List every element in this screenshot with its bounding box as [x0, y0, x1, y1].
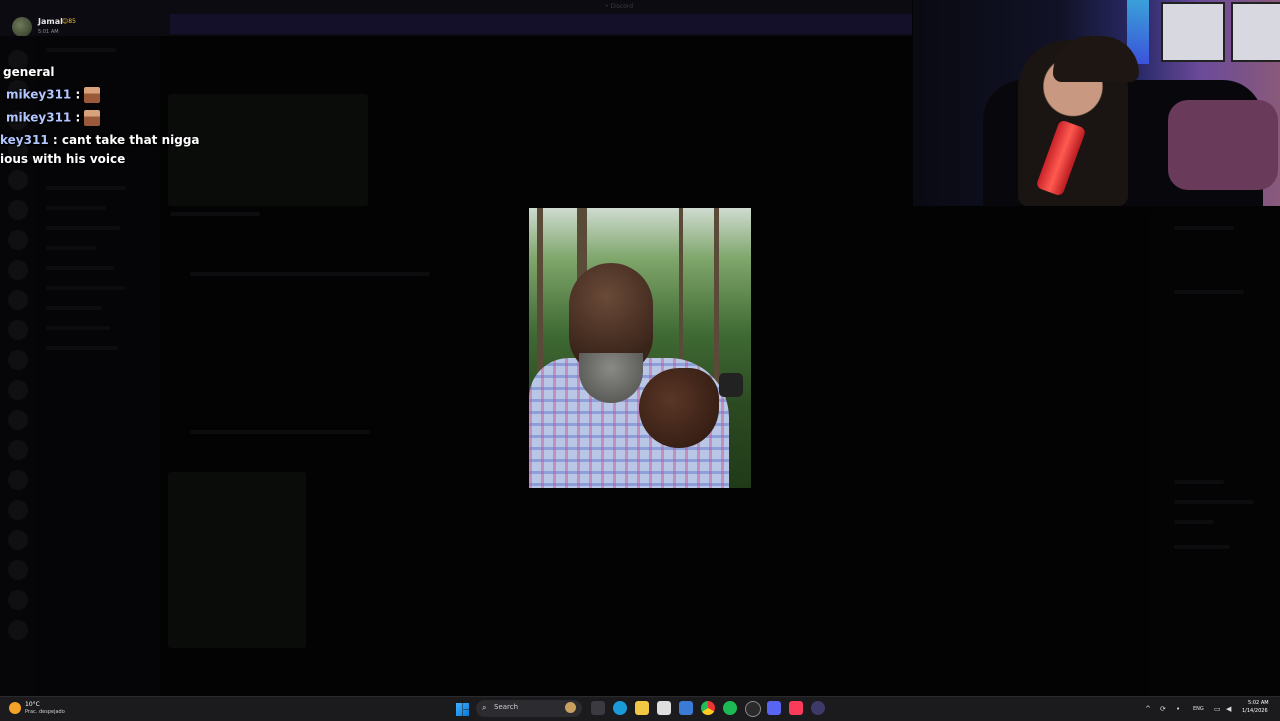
server-icon[interactable] — [8, 530, 28, 550]
server-icon[interactable] — [8, 440, 28, 460]
user-timestamp: 5:01 AM — [38, 29, 59, 35]
server-icon[interactable] — [8, 590, 28, 610]
wall-poster — [1231, 2, 1280, 62]
channel-item[interactable] — [46, 246, 96, 250]
file-explorer-icon[interactable] — [635, 701, 649, 715]
channel-item[interactable] — [46, 266, 114, 270]
display-icon[interactable]: ▭ — [1214, 705, 1221, 713]
window-title: • Discord — [605, 3, 633, 10]
weather-icon[interactable] — [9, 702, 21, 714]
weather-temp[interactable]: 10°C — [25, 701, 40, 708]
microphone-icon[interactable]: • — [1176, 705, 1180, 713]
channel-item[interactable] — [46, 48, 116, 52]
server-icon[interactable] — [8, 170, 28, 190]
volume-icon[interactable]: ◀ — [1226, 705, 1231, 713]
server-icon[interactable] — [8, 230, 28, 250]
chat-message: mikey311 : — [6, 110, 101, 126]
member-list — [1150, 210, 1280, 696]
search-highlight-icon — [565, 702, 576, 713]
clock-time[interactable]: 5:02 AM — [1248, 700, 1269, 706]
chat-text: ious with his voice — [0, 152, 126, 166]
wristwatch — [719, 373, 743, 397]
chat-separator: : — [71, 110, 81, 125]
wall-poster — [1161, 2, 1225, 62]
embedded-image[interactable] — [168, 94, 368, 206]
chevron-up-icon[interactable]: ^ — [1145, 705, 1151, 713]
server-icon[interactable] — [8, 560, 28, 580]
embedded-image[interactable] — [168, 472, 306, 648]
chat-text: cant take that nigga — [61, 133, 200, 147]
server-icon[interactable] — [8, 350, 28, 370]
search-icon[interactable]: ⌕ — [482, 703, 486, 713]
server-icon[interactable] — [8, 260, 28, 280]
app-icon[interactable] — [811, 701, 825, 715]
face-emote-icon — [84, 110, 101, 126]
chat-text: general — [3, 65, 55, 79]
user-name: Jamal — [38, 17, 63, 26]
chrome-icon[interactable] — [701, 701, 715, 715]
mail-icon[interactable] — [679, 701, 693, 715]
server-icon[interactable] — [8, 500, 28, 520]
obs-icon[interactable] — [745, 701, 761, 717]
chat-channel-name: general — [3, 65, 55, 79]
chat-message: ious with his voice — [0, 152, 125, 166]
sync-icon[interactable]: ⟳ — [1160, 705, 1166, 713]
server-icon[interactable] — [8, 320, 28, 340]
member-item[interactable] — [1174, 520, 1214, 524]
music-icon[interactable] — [789, 701, 803, 715]
avatar[interactable] — [12, 17, 32, 37]
webcam-feed — [913, 0, 1280, 206]
server-icon[interactable] — [8, 470, 28, 490]
portrait-photo[interactable] — [529, 208, 751, 488]
face-emote-icon — [84, 87, 101, 103]
language-indicator[interactable]: ENG — [1193, 706, 1204, 712]
message-text — [190, 430, 370, 434]
server-icon[interactable] — [8, 410, 28, 430]
task-view-icon[interactable] — [591, 701, 605, 715]
member-item[interactable] — [1174, 480, 1224, 484]
edge-icon[interactable] — [613, 701, 627, 715]
channel-item[interactable] — [46, 226, 120, 230]
clock-date[interactable]: 1/14/2026 — [1242, 708, 1268, 714]
user-badge: 😊85 — [62, 18, 76, 25]
member-item[interactable] — [1174, 545, 1230, 549]
server-icon[interactable] — [8, 200, 28, 220]
channel-item[interactable] — [46, 306, 102, 310]
chat-username: mikey311 — [6, 110, 72, 125]
channel-item[interactable] — [46, 346, 118, 350]
server-icon[interactable] — [8, 620, 28, 640]
message-text — [170, 212, 260, 216]
chat-message: key311 : cant take that nigga — [0, 133, 200, 147]
windows-start-icon[interactable] — [456, 703, 469, 716]
chat-separator: : — [48, 133, 62, 147]
channel-item[interactable] — [46, 326, 110, 330]
chat-username: key311 — [0, 133, 49, 147]
server-icon[interactable] — [8, 380, 28, 400]
taskbar: 10°C Prac. despejado ⌕ Search ^ ⟳ • ENG … — [0, 696, 1280, 721]
spotify-icon[interactable] — [723, 701, 737, 715]
channel-item[interactable] — [46, 186, 126, 190]
pillow — [1168, 100, 1278, 190]
member-item[interactable] — [1174, 226, 1234, 230]
message-text — [190, 272, 430, 276]
search-label[interactable]: Search — [494, 703, 518, 711]
member-item[interactable] — [1174, 500, 1254, 504]
member-item[interactable] — [1174, 290, 1244, 294]
title-stripe — [170, 14, 912, 34]
channel-item[interactable] — [46, 206, 106, 210]
top-bar: Jamal 😊85 5:01 AM • Discord — [0, 0, 912, 37]
fist — [639, 368, 719, 448]
server-icon[interactable] — [8, 290, 28, 310]
chat-username: mikey311 — [6, 87, 72, 102]
chat-message: mikey311 : — [6, 87, 101, 103]
weather-condition[interactable]: Prac. despejado — [25, 709, 65, 715]
channel-item[interactable] — [46, 286, 124, 290]
discord-icon[interactable] — [767, 701, 781, 715]
store-icon[interactable] — [657, 701, 671, 715]
chat-separator: : — [71, 87, 81, 102]
